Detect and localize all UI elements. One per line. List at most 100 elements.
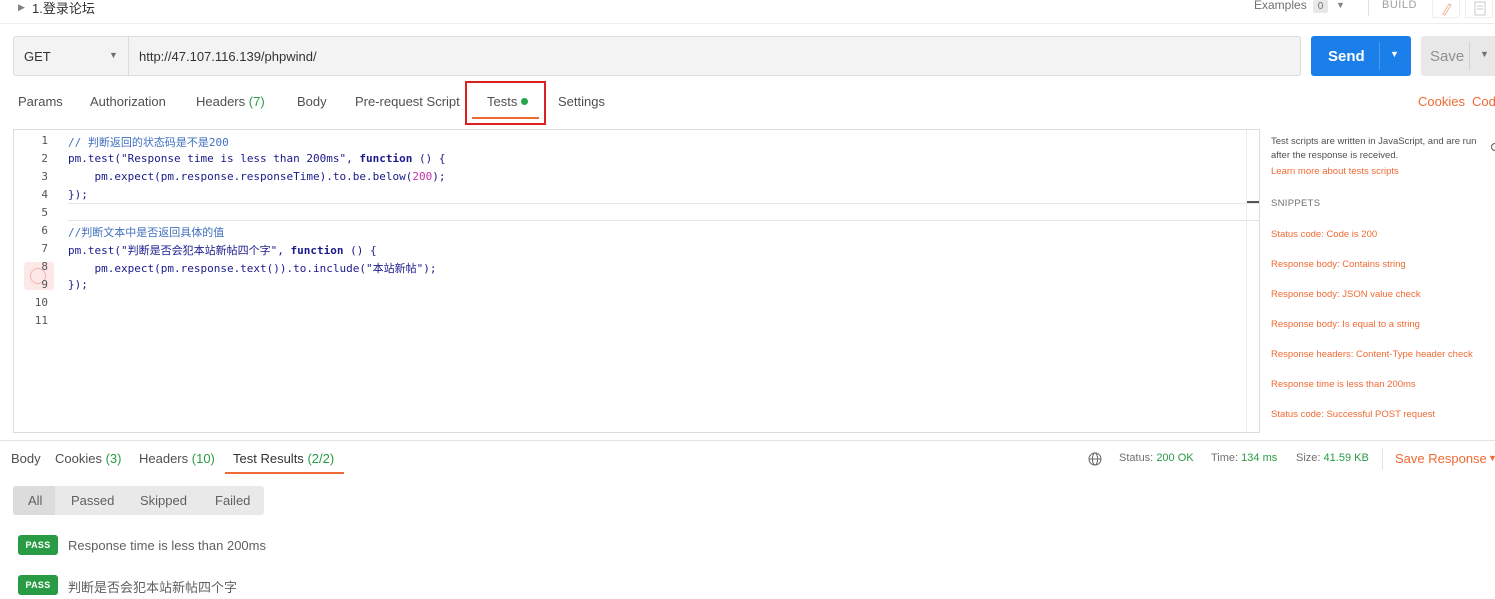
url-input[interactable]: http://47.107.116.139/phpwind/ (128, 36, 1301, 76)
document-icon[interactable] (1465, 0, 1493, 18)
tab-authorization[interactable]: Authorization (90, 94, 166, 109)
code-token: }); (68, 188, 88, 201)
line-number: 5 (41, 206, 48, 219)
snippet-item[interactable]: Response time is less than 200ms (1271, 379, 1416, 390)
code-keyword: function (359, 152, 413, 165)
snippet-item[interactable]: Response body: JSON value check (1271, 289, 1420, 300)
code-number: 200 (412, 170, 433, 183)
code-token: () { (343, 244, 377, 257)
build-button[interactable]: BUILD (1382, 0, 1417, 11)
time-label: Time: (1211, 452, 1239, 464)
chevron-down-icon: ▼ (109, 50, 118, 60)
scroll-position-marker (1247, 201, 1259, 203)
method-value: GET (24, 49, 51, 64)
tab-headers-count: (7) (248, 94, 265, 109)
code-token: ); (432, 170, 446, 183)
examples-label[interactable]: Examples (1254, 0, 1307, 12)
tab-headers-label: Headers (196, 94, 246, 109)
url-value: http://47.107.116.139/phpwind/ (139, 49, 317, 64)
panel-toggle-icon[interactable] (1491, 143, 1495, 151)
globe-icon[interactable] (1088, 452, 1102, 466)
size-info: Size: 41.59 KB (1296, 452, 1369, 464)
tab-body[interactable]: Body (297, 94, 327, 109)
line-number: 2 (41, 152, 48, 165)
snippets-description: Test scripts are written in JavaScript, … (1271, 136, 1477, 161)
current-line-highlight (68, 203, 1259, 221)
response-tab-headers[interactable]: Headers (10) (139, 451, 215, 466)
save-response-button[interactable]: Save Response (1395, 451, 1487, 466)
snippet-item[interactable]: Response headers: Content-Type header ch… (1271, 349, 1473, 360)
line-number: 9 (41, 278, 48, 291)
learn-more-link[interactable]: Learn more about tests scripts (1271, 166, 1399, 177)
response-tab-test-results-count: (2/2) (307, 451, 335, 466)
code-string: "Response time is less than 200ms" (120, 152, 347, 165)
code-comment: // 判断返回的状态码是不是200 (68, 136, 229, 149)
send-button[interactable]: Send ▼ (1311, 36, 1411, 76)
snippet-item[interactable]: Response body: Is equal to a string (1271, 319, 1420, 330)
request-title-bar: ▶ 1.登录论坛 Examples 0 ▼ BUILD (0, 0, 1495, 24)
caret-right-icon[interactable]: ▶ (18, 2, 25, 13)
code-string: "判断是否会犯本站新帖四个字" (120, 244, 278, 257)
code-token: , (277, 244, 291, 257)
line-number: 3 (41, 170, 48, 183)
line-number: 7 (41, 242, 48, 255)
tests-tab-highlight-box (465, 81, 546, 125)
chevron-down-icon[interactable]: ▼ (1336, 0, 1345, 10)
code-line: }); (68, 188, 88, 201)
response-divider (0, 440, 1495, 441)
response-tab-cookies[interactable]: Cookies (3) (55, 451, 121, 466)
line-number: 11 (34, 314, 48, 327)
code-token: () { (412, 152, 446, 165)
divider (1469, 42, 1470, 70)
filter-passed[interactable]: Passed (71, 493, 114, 508)
status-value: 200 OK (1156, 452, 1194, 464)
code-token: pm.test( (68, 244, 121, 257)
code-line: pm.expect(pm.response.text()).to.include… (68, 260, 436, 276)
examples-count-badge: 0 (1313, 0, 1328, 13)
filter-failed[interactable]: Failed (215, 493, 250, 508)
filter-skipped[interactable]: Skipped (140, 493, 187, 508)
test-result-name: 判断是否会犯本站新帖四个字 (68, 580, 238, 595)
code-line: pm.test("Response time is less than 200m… (68, 152, 446, 165)
active-tab-underline (225, 472, 344, 474)
request-name[interactable]: 1.登录论坛 (32, 0, 95, 17)
snippet-item[interactable]: Status code: Code is 200 (1271, 229, 1377, 240)
response-tab-test-results[interactable]: Test Results (2/2) (233, 451, 334, 466)
save-button[interactable]: Save ▼ (1421, 36, 1495, 76)
code-comment: //判断文本中是否返回具体的值 (68, 226, 225, 239)
tests-code-editor[interactable]: 1 2 3 4 5 6 7 8 9 10 11 // 判断返回的状态码是不是20… (13, 129, 1260, 433)
line-number: 6 (41, 224, 48, 237)
code-line: //判断文本中是否返回具体的值 (68, 224, 224, 240)
response-tab-body[interactable]: Body (11, 451, 41, 466)
code-line: }); (68, 278, 88, 291)
code-line: // 判断返回的状态码是不是200 (68, 134, 229, 150)
chevron-down-icon[interactable]: ▼ (1390, 49, 1399, 59)
tab-prerequest-script[interactable]: Pre-request Script (355, 94, 460, 109)
response-tab-cookies-count: (3) (105, 451, 122, 466)
tab-settings[interactable]: Settings (558, 94, 605, 109)
status-info: Status: 200 OK (1119, 452, 1194, 464)
response-tab-headers-count: (10) (191, 451, 215, 466)
save-label: Save (1430, 48, 1465, 65)
snippet-item[interactable]: Status code: Successful POST request (1271, 409, 1435, 420)
time-info: Time: 134 ms (1211, 452, 1277, 464)
code-link[interactable]: Cod (1472, 94, 1495, 109)
code-token: pm.expect(pm.response.responseTime).to.b… (68, 170, 413, 183)
pass-badge: PASS (18, 575, 58, 595)
code-line: pm.test("判断是否会犯本站新帖四个字", function () { (68, 242, 377, 258)
editor-scrollbar[interactable] (1246, 130, 1247, 432)
divider (1379, 42, 1380, 70)
snippet-item[interactable]: Response body: Contains string (1271, 259, 1406, 270)
tab-headers[interactable]: Headers (7) (196, 94, 265, 109)
chevron-down-icon[interactable]: ▼ (1488, 453, 1495, 463)
code-keyword: function (290, 244, 344, 257)
filter-all[interactable]: All (28, 493, 42, 508)
response-tab-cookies-label: Cookies (55, 451, 102, 466)
pencil-icon[interactable] (1432, 0, 1460, 18)
cookies-link[interactable]: Cookies (1418, 94, 1465, 109)
code-token: pm.test( (68, 152, 121, 165)
code-token: }); (68, 278, 88, 291)
chevron-down-icon[interactable]: ▼ (1480, 49, 1489, 59)
tab-params[interactable]: Params (18, 94, 63, 109)
method-select[interactable]: GET ▼ (13, 36, 128, 76)
